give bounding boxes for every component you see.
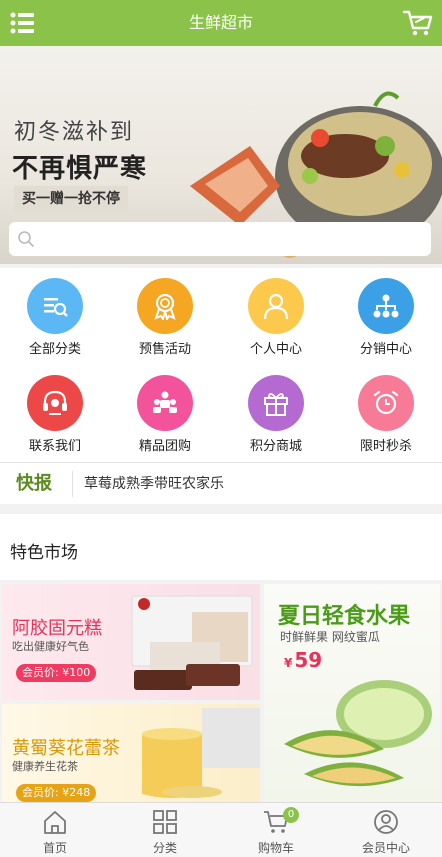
currency-symbol: ¥: [284, 656, 293, 670]
ejiao-product-image: [131, 595, 253, 690]
grid-item-distribution-center[interactable]: 分销中心: [331, 268, 441, 365]
card-title: 阿胶固元糕: [12, 618, 102, 639]
card-title: 黄蜀葵花蕾茶: [12, 738, 120, 759]
grid-item-group-buy[interactable]: 精品团购: [110, 365, 220, 462]
grid-item-label: 预售活动: [138, 342, 191, 357]
grid-item-label: 积分商城: [249, 439, 302, 454]
bottom-tab-bar: 首页 分类 0 购物车 会员中心: [0, 802, 442, 857]
home-icon: [44, 811, 66, 834]
grid-item-presale[interactable]: 预售活动: [110, 268, 220, 365]
ticker-text[interactable]: 草莓成熟季带旺农家乐: [84, 463, 224, 505]
grid-item-label: 个人中心: [249, 342, 302, 357]
network-icon: [358, 278, 414, 334]
card-subtitle: 健康养生花茶: [12, 760, 78, 773]
tab-home[interactable]: 首页: [0, 803, 110, 857]
promo-card-tea[interactable]: 黄蜀葵花蕾茶 健康养生花茶 会员价: ¥248: [2, 704, 260, 802]
group-icon: [137, 375, 193, 431]
search-icon: [18, 231, 34, 247]
shopping-cart-icon[interactable]: [402, 9, 434, 37]
grid-item-all-categories[interactable]: 全部分类: [0, 268, 110, 365]
headset-icon: [27, 375, 83, 431]
price-value: 59: [294, 648, 323, 672]
ticker-divider: [72, 471, 73, 497]
award-badge-icon: [137, 278, 193, 334]
grid-item-label: 精品团购: [138, 439, 191, 454]
grid-item-label: 分销中心: [359, 342, 412, 357]
feature-grid: 全部分类 预售活动 个人中心 分销中心 联系我们 精品团购 积分商城 限时秒杀: [0, 268, 442, 462]
category-search-icon: [27, 278, 83, 334]
ticker-tag: 快报: [16, 473, 52, 494]
page-title: 生鲜超市: [188, 13, 253, 32]
banner-main-text: 不再惧严寒: [12, 154, 148, 184]
alarm-clock-icon: [358, 375, 414, 431]
member-price-tag: 会员价: ¥100: [16, 664, 97, 682]
top-header: 生鲜超市: [0, 0, 442, 46]
gift-icon: [248, 375, 304, 431]
tab-categories[interactable]: 分类: [110, 803, 220, 857]
search-bar[interactable]: [9, 222, 431, 256]
card-subtitle: 吃出健康好气色: [12, 640, 89, 653]
grid-item-label: 联系我们: [28, 439, 81, 454]
news-ticker[interactable]: 快报 草莓成熟季带旺农家乐: [0, 462, 442, 504]
tab-label: 会员中心: [361, 841, 410, 855]
user-icon: [248, 278, 304, 334]
tab-label: 分类: [152, 841, 177, 855]
promo-card-ejiao[interactable]: 阿胶固元糕 吃出健康好气色 会员价: ¥100: [2, 584, 260, 700]
tea-product-image: [142, 708, 260, 798]
banner-promo-text: 买一赠一抢不停: [14, 186, 128, 212]
grid-item-flash-sale[interactable]: 限时秒杀: [331, 365, 441, 462]
member-icon: [374, 810, 398, 834]
grid-item-label: 限时秒杀: [359, 439, 412, 454]
banner-headline: 初冬滋补到: [14, 120, 135, 145]
grid-item-personal-center[interactable]: 个人中心: [221, 268, 331, 365]
section-title: 特色市场: [10, 543, 78, 563]
card-price: ¥59: [284, 648, 322, 672]
grid-item-contact-us[interactable]: 联系我们: [0, 365, 110, 462]
melon-product-image: [284, 680, 432, 787]
featured-section-header: 特色市场: [0, 514, 442, 580]
app-screen: 生鲜超市 初冬滋补到 不再惧严寒 买一赠一抢不停 全部分类 预售活动 个人中心 …: [0, 0, 442, 857]
search-input[interactable]: [41, 226, 421, 252]
grid-item-label: 全部分类: [28, 342, 81, 357]
promo-card-fruit[interactable]: 夏日轻食水果 时鲜鲜果 网纹蜜瓜 ¥59: [264, 584, 440, 802]
tab-cart[interactable]: 0 购物车: [221, 803, 331, 857]
card-subtitle: 时鲜鲜果 网纹蜜瓜: [280, 630, 380, 644]
tab-member-center[interactable]: 会员中心: [331, 803, 441, 857]
tab-label: 首页: [42, 841, 67, 855]
tab-label: 购物车: [257, 841, 294, 855]
category-grid-icon: [153, 810, 177, 834]
grid-item-points-mall[interactable]: 积分商城: [221, 365, 331, 462]
member-price-tag: 会员价: ¥248: [16, 784, 97, 802]
card-title: 夏日轻食水果: [278, 604, 411, 629]
cart-count-badge: 0: [283, 807, 299, 823]
